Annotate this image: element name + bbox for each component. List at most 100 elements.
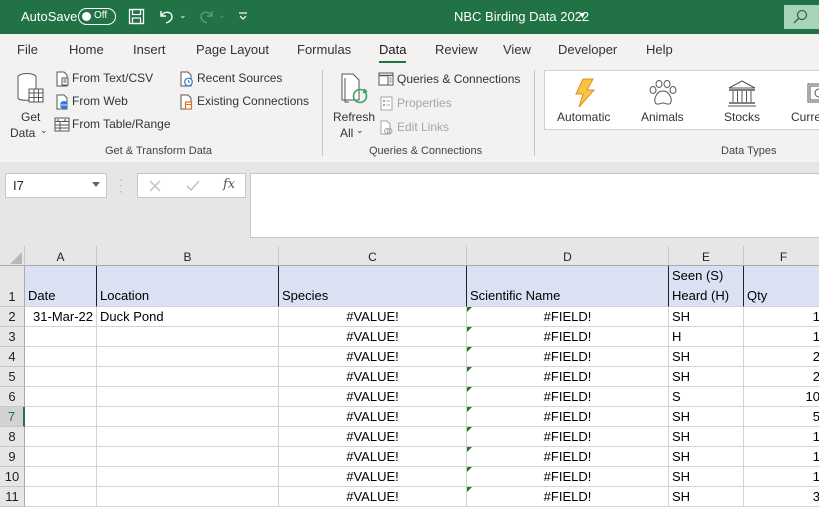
row-header-1[interactable]: 1 (0, 266, 25, 307)
insert-function-icon[interactable]: fx (223, 177, 235, 192)
species-cell[interactable]: #VALUE! (279, 407, 467, 427)
title-dropdown-icon[interactable]: ▼ (578, 10, 587, 20)
column-header-d[interactable]: D (467, 246, 669, 266)
tab-developer[interactable]: Developer (558, 42, 617, 57)
species-cell[interactable]: #VALUE! (279, 347, 467, 367)
seen-heard-cell[interactable]: SH (669, 447, 744, 467)
seen-heard-cell[interactable]: SH (669, 307, 744, 327)
tab-review[interactable]: Review (435, 42, 478, 57)
date-cell[interactable] (25, 347, 97, 367)
scientific-name-cell[interactable]: #FIELD! (467, 387, 669, 407)
qty-cell[interactable]: 2 (744, 347, 819, 367)
grip-icon[interactable]: · · · (119, 173, 123, 197)
seen-heard-cell[interactable]: SH (669, 487, 744, 507)
data-type-animals-button[interactable]: Animals (629, 71, 699, 129)
recent-sources-button[interactable]: Recent Sources (179, 70, 289, 88)
qty-cell[interactable]: 1 (744, 447, 819, 467)
qty-cell[interactable]: 1 (744, 327, 819, 347)
species-cell[interactable]: #VALUE! (279, 487, 467, 507)
header-cell-d[interactable]: Scientific Name (467, 266, 669, 307)
save-icon[interactable] (128, 8, 145, 25)
data-type-currencies-button[interactable]: Curre (783, 71, 819, 129)
qty-cell[interactable]: 2 (744, 367, 819, 387)
row-header-11[interactable]: 11 (0, 487, 25, 507)
name-box-dropdown-icon[interactable] (92, 182, 100, 187)
seen-heard-cell[interactable]: SH (669, 367, 744, 387)
cancel-icon[interactable] (149, 180, 161, 192)
enter-check-icon[interactable] (186, 180, 200, 192)
from-table-range-button[interactable]: From Table/Range (52, 116, 172, 134)
scientific-name-cell[interactable]: #FIELD! (467, 307, 669, 327)
tab-formulas[interactable]: Formulas (297, 42, 351, 57)
location-cell[interactable] (97, 347, 279, 367)
date-cell[interactable] (25, 487, 97, 507)
qty-cell[interactable]: 3 (744, 487, 819, 507)
date-cell[interactable]: 31-Mar-22 (25, 307, 97, 327)
scientific-name-cell[interactable]: #FIELD! (467, 447, 669, 467)
data-type-automatic-button[interactable]: Automatic (549, 71, 621, 129)
undo-dropdown-icon[interactable]: ⌄ (179, 10, 187, 21)
date-cell[interactable] (25, 387, 97, 407)
seen-heard-cell[interactable]: H (669, 327, 744, 347)
autosave-toggle[interactable]: Off (78, 8, 116, 25)
column-header-a[interactable]: A (25, 246, 97, 266)
name-box[interactable]: I7 (5, 173, 107, 198)
location-cell[interactable] (97, 407, 279, 427)
from-web-button[interactable]: From Web (54, 93, 144, 111)
tab-page-layout[interactable]: Page Layout (196, 42, 269, 57)
tab-insert[interactable]: Insert (133, 42, 166, 57)
scientific-name-cell[interactable]: #FIELD! (467, 347, 669, 367)
qty-cell[interactable]: 1 (744, 467, 819, 487)
column-header-b[interactable]: B (97, 246, 279, 266)
species-cell[interactable]: #VALUE! (279, 467, 467, 487)
seen-heard-cell[interactable]: SH (669, 467, 744, 487)
row-header-2[interactable]: 2 (0, 307, 25, 327)
seen-heard-cell[interactable]: SH (669, 427, 744, 447)
column-header-e[interactable]: E (669, 246, 744, 266)
location-cell[interactable]: Duck Pond (97, 307, 279, 327)
existing-connections-button[interactable]: Existing Connections (179, 93, 314, 111)
row-header-9[interactable]: 9 (0, 447, 25, 467)
search-button[interactable] (784, 5, 819, 29)
header-cell-e[interactable]: Seen (S) Heard (H) (669, 266, 744, 307)
row-header-5[interactable]: 5 (0, 367, 25, 387)
species-cell[interactable]: #VALUE! (279, 427, 467, 447)
species-cell[interactable]: #VALUE! (279, 387, 467, 407)
location-cell[interactable] (97, 447, 279, 467)
from-text-csv-button[interactable]: From Text/CSV (54, 70, 164, 88)
queries-connections-button[interactable]: Queries & Connections (378, 71, 528, 89)
tab-data[interactable]: Data (379, 42, 407, 63)
seen-heard-cell[interactable]: SH (669, 407, 744, 427)
column-header-f[interactable]: F (744, 246, 819, 266)
tab-view[interactable]: View (503, 42, 531, 57)
species-cell[interactable]: #VALUE! (279, 327, 467, 347)
date-cell[interactable] (25, 407, 97, 427)
get-data-button[interactable]: Get Data ⌄ (8, 70, 50, 140)
scientific-name-cell[interactable]: #FIELD! (467, 427, 669, 447)
species-cell[interactable]: #VALUE! (279, 447, 467, 467)
species-cell[interactable]: #VALUE! (279, 367, 467, 387)
species-cell[interactable]: #VALUE! (279, 307, 467, 327)
tab-help[interactable]: Help (646, 42, 673, 57)
data-type-stocks-button[interactable]: Stocks (709, 71, 773, 129)
select-all-button[interactable] (0, 246, 25, 266)
seen-heard-cell[interactable]: SH (669, 347, 744, 367)
tab-file[interactable]: File (17, 42, 38, 57)
date-cell[interactable] (25, 327, 97, 347)
row-header-6[interactable]: 6 (0, 387, 25, 407)
row-header-8[interactable]: 8 (0, 427, 25, 447)
location-cell[interactable] (97, 367, 279, 387)
qty-cell[interactable]: 1 (744, 307, 819, 327)
refresh-all-button[interactable]: Refresh All ⌄ (330, 70, 376, 140)
column-header-c[interactable]: C (279, 246, 467, 266)
qty-cell[interactable]: 5 (744, 407, 819, 427)
scientific-name-cell[interactable]: #FIELD! (467, 327, 669, 347)
header-cell-c[interactable]: Species (279, 266, 467, 307)
scientific-name-cell[interactable]: #FIELD! (467, 367, 669, 387)
qty-cell[interactable]: 1 (744, 427, 819, 447)
location-cell[interactable] (97, 427, 279, 447)
scientific-name-cell[interactable]: #FIELD! (467, 407, 669, 427)
tab-home[interactable]: Home (69, 42, 104, 57)
location-cell[interactable] (97, 327, 279, 347)
qty-cell[interactable]: 10 (744, 387, 819, 407)
